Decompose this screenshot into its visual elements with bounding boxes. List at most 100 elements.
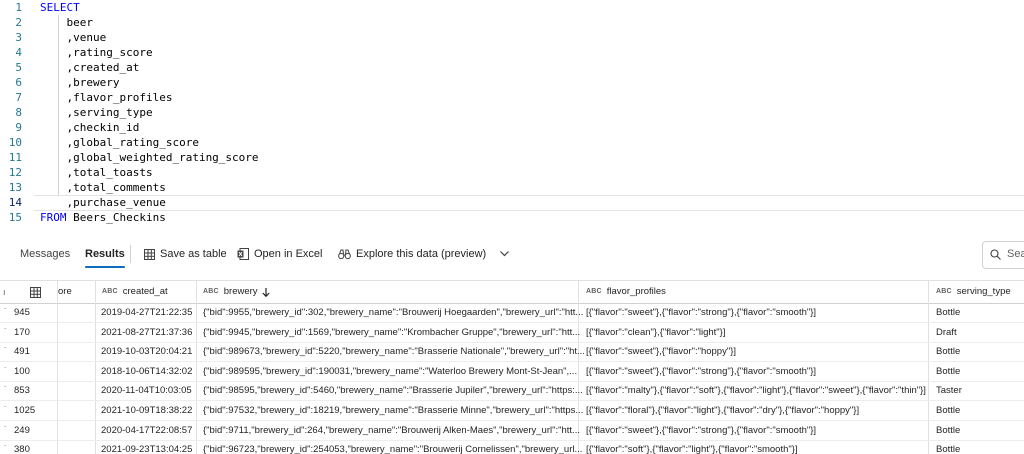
column-header-score[interactable]: ore xyxy=(58,281,72,303)
row-handle[interactable]: ˙ xyxy=(4,323,7,342)
open-in-excel-button[interactable]: Open in Excel xyxy=(237,236,322,272)
cell-score[interactable]: 249 xyxy=(14,421,30,440)
cell-score[interactable]: 491 xyxy=(14,342,30,361)
cell-brewery[interactable]: {"bid":98595,"brewery_id":5460,"brewery_… xyxy=(203,381,583,400)
row-handle[interactable]: ˙ xyxy=(4,421,7,440)
code-line[interactable]: 14 ,purchase_venue xyxy=(0,195,1024,211)
cell-brewery[interactable]: {"bid":989595,"brewery_id":190031,"brewe… xyxy=(203,362,577,381)
cell-created-at[interactable]: 2021-09-23T13:04:25 xyxy=(101,440,192,454)
column-header-flavor-profiles[interactable]: ABC flavor_profiles xyxy=(586,281,666,303)
cell-created-at[interactable]: 2021-08-27T21:37:36 xyxy=(101,323,192,342)
row-handle[interactable]: ˙ xyxy=(4,342,7,361)
code-line[interactable]: 15 FROM Beers_Checkins xyxy=(0,210,1024,225)
cell-flavor-profiles[interactable]: [{"flavor":"sweet"},{"flavor":"hoppy"}] xyxy=(586,342,736,361)
cell-score[interactable]: 100 xyxy=(14,362,30,381)
column-header-serving-type-label: serving_type xyxy=(956,286,1011,297)
column-type-label: ABC xyxy=(102,288,118,295)
cell-flavor-profiles[interactable]: [{"flavor":"soft"},{"flavor":"light"},{"… xyxy=(586,440,798,454)
cell-flavor-profiles[interactable]: [{"flavor":"sweet"},{"flavor":"strong"},… xyxy=(586,303,816,322)
cell-created-at[interactable]: 2019-10-03T20:04:21 xyxy=(101,342,192,361)
row-handle[interactable]: ˙ xyxy=(4,401,7,420)
code-line[interactable]: 1 SELECT xyxy=(0,0,1024,15)
cell-created-at[interactable]: 2020-11-04T10:03:05 xyxy=(101,381,192,400)
table-row[interactable]: ˙ 945 2019-04-27T21:22:35 {"bid":9955,"brew… xyxy=(0,303,1024,323)
code-line[interactable]: 6 ,brewery xyxy=(0,75,1024,90)
sort-descending-icon[interactable] xyxy=(261,287,270,297)
line-number: 5 xyxy=(15,61,22,74)
code-line[interactable]: 8 ,serving_type xyxy=(0,105,1024,120)
cell-brewery[interactable]: {"bid":9945,"brewery_id":1569,"brewery_n… xyxy=(203,323,580,342)
code-line[interactable]: 12 ,total_toasts xyxy=(0,165,1024,180)
row-handle[interactable]: ˙ xyxy=(4,381,7,400)
cell-score[interactable]: 170 xyxy=(14,323,30,342)
cell-brewery[interactable]: {"bid":9955,"brewery_id":302,"brewery_na… xyxy=(203,303,583,322)
column-header-brewery-label: brewery xyxy=(223,286,258,297)
cell-brewery[interactable]: {"bid":96723,"brewery_id":254053,"brewer… xyxy=(203,440,582,454)
code-line[interactable]: 5 ,created_at xyxy=(0,60,1024,75)
column-header-serving-type[interactable]: ABC serving_type xyxy=(936,281,1011,303)
code-line[interactable]: 7 ,flavor_profiles xyxy=(0,90,1024,105)
cell-serving-type[interactable]: Taster xyxy=(936,381,962,400)
explore-data-button[interactable]: Explore this data (preview) xyxy=(338,236,514,272)
cell-serving-type[interactable]: Draft xyxy=(936,323,957,342)
row-handle[interactable]: ˙ xyxy=(4,440,7,454)
code-line[interactable]: 2 beer xyxy=(0,15,1024,30)
code-line[interactable]: 9 ,checkin_id xyxy=(0,120,1024,135)
table-row[interactable]: ˙ 380 2021-09-23T13:04:25 {"bid":96723,"bre… xyxy=(0,440,1024,454)
table-row[interactable]: ˙ 1025 2021-10-09T18:38:22 {"bid":97532,"br… xyxy=(0,401,1024,421)
tab-messages[interactable]: Messages xyxy=(20,236,70,272)
select-all-grid-button[interactable] xyxy=(30,281,41,303)
binoculars-icon xyxy=(338,249,351,259)
code-line[interactable]: 11 ,global_weighted_rating_score xyxy=(0,150,1024,165)
cell-brewery[interactable]: {"bid":9711,"brewery_id":264,"brewery_na… xyxy=(203,421,580,440)
cell-flavor-profiles[interactable]: [{"flavor":"sweet"},{"flavor":"strong"},… xyxy=(586,362,816,381)
cell-serving-type[interactable]: Bottle xyxy=(936,421,960,440)
chevron-down-icon[interactable] xyxy=(500,251,510,257)
cell-serving-type[interactable]: Bottle xyxy=(936,440,960,454)
cell-score[interactable]: 1025 xyxy=(14,401,35,420)
column-header-created-at[interactable]: ABC created_at xyxy=(102,281,168,303)
code-text: ,venue xyxy=(40,30,106,45)
line-number: 15 xyxy=(8,211,22,224)
save-as-table-button[interactable]: Save as table xyxy=(144,236,227,272)
table-row[interactable]: ˙ 853 2020-11-04T10:03:05 {"bid":98595,"bre… xyxy=(0,381,1024,402)
line-number: 10 xyxy=(8,136,22,149)
code-token: ,checkin_id xyxy=(40,121,140,134)
column-header-brewery[interactable]: ABC brewery xyxy=(203,281,270,303)
cell-score[interactable]: 853 xyxy=(14,381,30,400)
cell-serving-type[interactable]: Bottle xyxy=(936,401,960,420)
cell-created-at[interactable]: 2018-10-06T14:32:02 xyxy=(101,362,192,381)
cell-score[interactable]: 380 xyxy=(14,440,30,454)
sql-editor[interactable]: 1 SELECT 2 beer 3 ,venue 4 ,rating_score 5 ,c… xyxy=(0,0,1024,225)
tab-results[interactable]: Results xyxy=(85,236,125,272)
code-line[interactable]: 13 ,total_comments xyxy=(0,180,1024,195)
code-line[interactable]: 10 ,global_rating_score xyxy=(0,135,1024,150)
cell-brewery[interactable]: {"bid":97532,"brewery_id":18219,"brewery… xyxy=(203,401,583,420)
code-token: ,rating_score xyxy=(40,46,153,59)
cell-serving-type[interactable]: Bottle xyxy=(936,303,960,322)
row-handle[interactable]: ˙ xyxy=(4,303,7,322)
row-handle[interactable]: ˙ xyxy=(4,362,7,381)
cell-created-at[interactable]: 2020-04-17T22:08:57 xyxy=(101,421,192,440)
cell-serving-type[interactable]: Bottle xyxy=(936,362,960,381)
search-box[interactable]: Sea xyxy=(982,241,1024,269)
cell-flavor-profiles[interactable]: [{"flavor":"floral"},{"flavor":"light"},… xyxy=(586,401,859,420)
cell-created-at[interactable]: 2021-10-09T18:38:22 xyxy=(101,401,192,420)
results-grid[interactable]: ı ore ABC created_at ABC brewery ABC flavor… xyxy=(0,280,1024,454)
cell-flavor-profiles[interactable]: [{"flavor":"sweet"},{"flavor":"strong"},… xyxy=(586,421,816,440)
code-line[interactable]: 4 ,rating_score xyxy=(0,45,1024,60)
cell-created-at[interactable]: 2019-04-27T21:22:35 xyxy=(101,303,192,322)
table-row[interactable]: ˙ 170 2021-08-27T21:37:36 {"bid":9945,"brew… xyxy=(0,323,1024,343)
cell-score[interactable]: 945 xyxy=(14,303,30,322)
cell-serving-type[interactable]: Bottle xyxy=(936,342,960,361)
code-token: ,flavor_profiles xyxy=(40,91,173,104)
cell-flavor-profiles[interactable]: [{"flavor":"malty"},{"flavor":"soft"},{"… xyxy=(586,381,926,400)
code-line[interactable]: 3 ,venue xyxy=(0,30,1024,45)
table-row[interactable]: ˙ 249 2020-04-17T22:08:57 {"bid":9711,"brew… xyxy=(0,421,1024,441)
grid-icon xyxy=(30,286,41,298)
cell-brewery[interactable]: {"bid":989673,"brewery_id":5220,"brewery… xyxy=(203,342,585,361)
code-text: SELECT xyxy=(40,0,80,15)
cell-flavor-profiles[interactable]: [{"flavor":"clean"},{"flavor":"light"}] xyxy=(586,323,725,342)
table-row[interactable]: ˙ 100 2018-10-06T14:32:02 {"bid":989595,"br… xyxy=(0,362,1024,382)
table-row[interactable]: ˙ 491 2019-10-03T20:04:21 {"bid":989673,"br… xyxy=(0,342,1024,363)
